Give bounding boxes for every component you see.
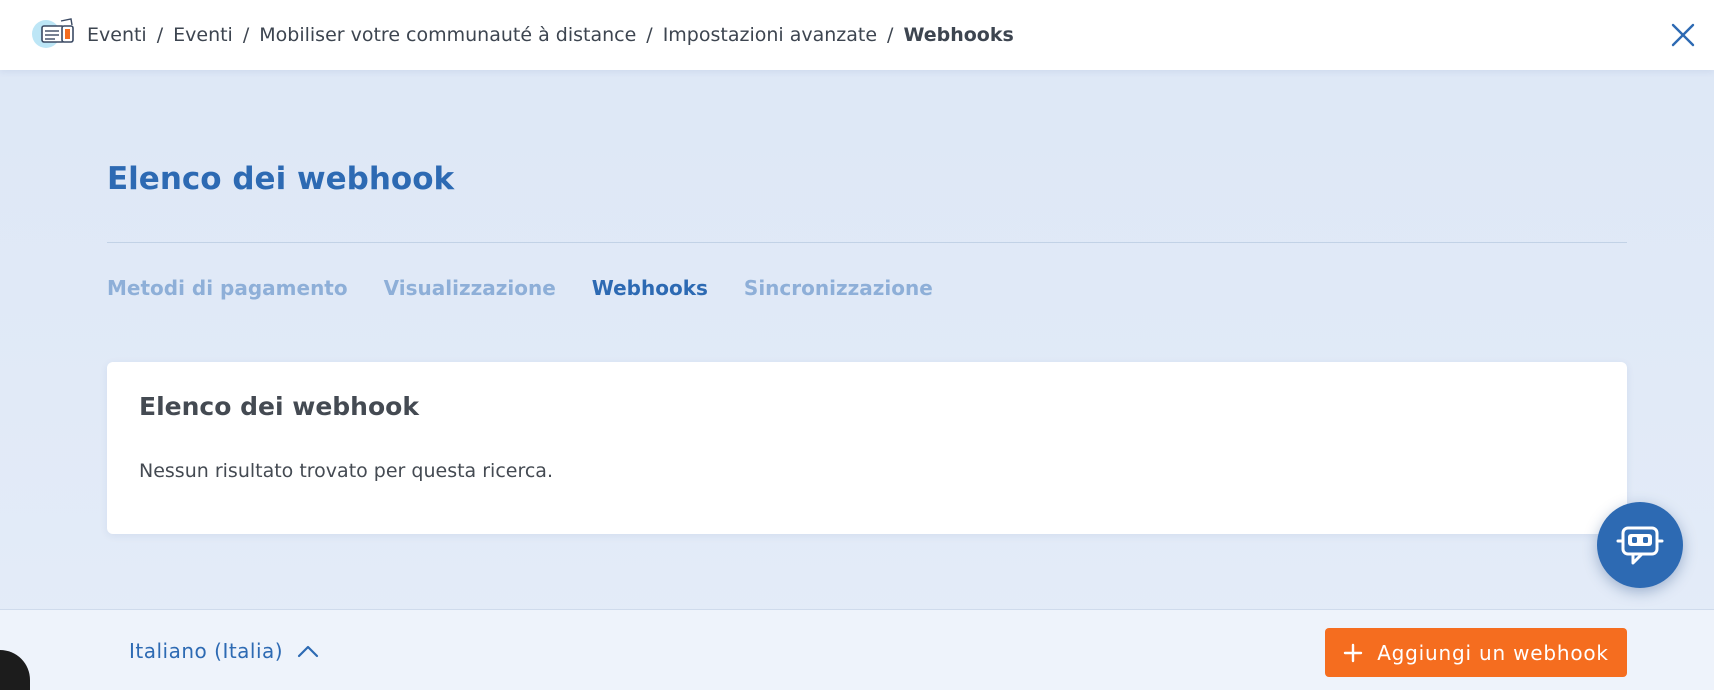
ticket-icon <box>31 17 83 51</box>
breadcrumb-item-event[interactable]: Mobiliser votre communauté à distance <box>259 24 636 46</box>
chatbot-button[interactable] <box>1597 502 1683 588</box>
tab-payment-methods[interactable]: Metodi di pagamento <box>107 276 348 300</box>
breadcrumb-separator: / <box>646 24 653 46</box>
empty-state-message: Nessun risultato trovato per questa rice… <box>139 460 553 482</box>
breadcrumb-separator: / <box>887 24 894 46</box>
close-icon <box>1671 23 1695 47</box>
chatbot-icon <box>1616 526 1664 565</box>
breadcrumb-separator: / <box>156 24 164 46</box>
tab-synchronization[interactable]: Sincronizzazione <box>744 276 933 300</box>
tab-display[interactable]: Visualizzazione <box>384 276 556 300</box>
breadcrumb-item-eventi[interactable]: Eventi <box>87 24 147 46</box>
close-button[interactable] <box>1666 18 1700 52</box>
footer-bar: Italiano (Italia) Aggiungi un webhook <box>0 609 1714 690</box>
page: Eventi / Eventi / Mobiliser votre commun… <box>0 0 1714 690</box>
chevron-up-icon <box>298 645 319 657</box>
page-title: Elenco dei webhook <box>107 161 455 197</box>
top-bar: Eventi / Eventi / Mobiliser votre commun… <box>0 0 1714 70</box>
add-webhook-label: Aggiungi un webhook <box>1377 640 1609 665</box>
title-divider <box>107 242 1627 243</box>
breadcrumb-item-eventi-2[interactable]: Eventi <box>173 24 233 46</box>
add-webhook-button[interactable]: Aggiungi un webhook <box>1325 628 1627 677</box>
breadcrumb: Eventi / Eventi / Mobiliser votre commun… <box>87 0 1014 70</box>
plus-icon <box>1344 643 1363 662</box>
breadcrumb-item-advanced-settings[interactable]: Impostazioni avanzate <box>663 24 877 46</box>
breadcrumb-item-webhooks: Webhooks <box>903 24 1014 46</box>
settings-tabs: Metodi di pagamento Visualizzazione Webh… <box>107 276 933 300</box>
breadcrumb-separator: / <box>242 24 250 46</box>
tab-webhooks[interactable]: Webhooks <box>592 276 708 300</box>
card-title: Elenco dei webhook <box>139 392 419 421</box>
language-label: Italiano (Italia) <box>129 638 284 663</box>
language-selector[interactable]: Italiano (Italia) <box>129 610 319 690</box>
webhook-list-card: Elenco dei webhook Nessun risultato trov… <box>107 362 1627 534</box>
